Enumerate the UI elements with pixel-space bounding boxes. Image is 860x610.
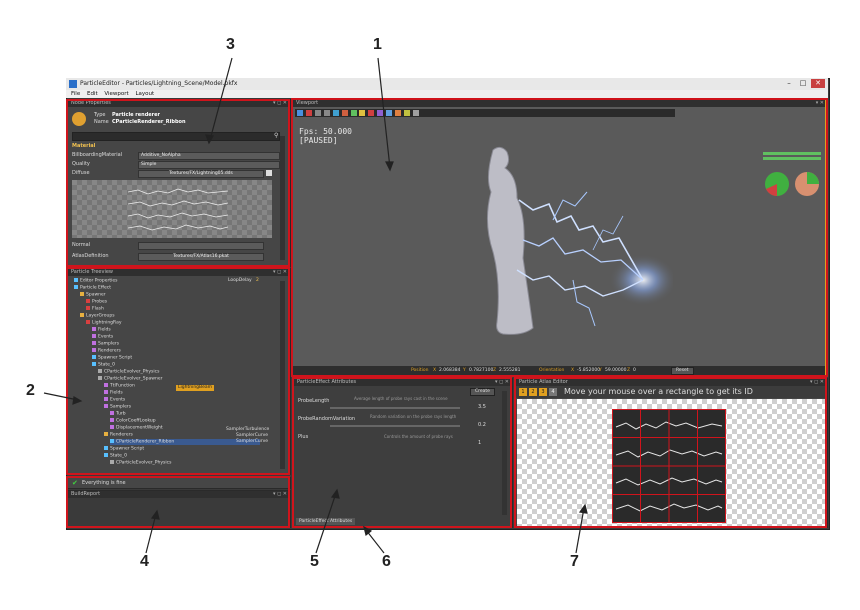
- callout-7: 7: [570, 553, 579, 570]
- callout-4: 4: [140, 553, 149, 570]
- callout-6: 6: [382, 553, 391, 570]
- callout-3: 3: [226, 36, 235, 53]
- callout-5: 5: [310, 553, 319, 570]
- callout-2: 2: [26, 382, 35, 399]
- callout-1: 1: [373, 36, 382, 53]
- callout-pointers: [43, 57, 588, 554]
